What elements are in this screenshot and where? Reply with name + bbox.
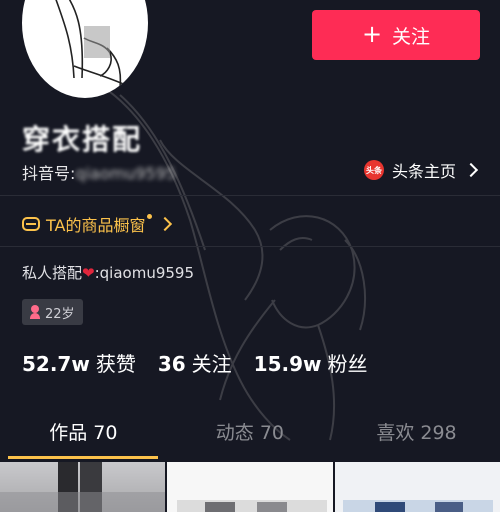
nickname: 穿衣搭配	[22, 123, 143, 156]
toutiao-label: 头条主页	[391, 162, 456, 181]
stat-number: 15.9w	[253, 352, 322, 376]
video-thumbnail[interactable]	[334, 462, 500, 512]
age-tag: 22岁	[22, 299, 83, 325]
bio-prefix: 私人搭配	[22, 264, 83, 282]
notification-dot	[147, 213, 153, 219]
stat-likes[interactable]: 52.7w 获赞	[22, 348, 136, 377]
stat-number: 36	[157, 352, 186, 376]
tab-likes[interactable]: 喜欢 298	[333, 418, 500, 458]
video-grid	[0, 462, 500, 512]
tab-works[interactable]: 作品 70	[0, 418, 167, 458]
thumbnail-image	[177, 500, 328, 512]
stat-followers[interactable]: 15.9w 粉丝	[254, 348, 368, 377]
stat-label: 粉丝	[327, 352, 368, 376]
shop-window-link[interactable]: TA的商品橱窗	[22, 212, 173, 236]
stats-row: 52.7w 获赞 36 关注 15.9w 粉丝	[22, 348, 368, 377]
plus-icon: +	[361, 20, 383, 48]
divider	[0, 246, 500, 247]
thumbnail-image	[0, 462, 166, 512]
tab-moments[interactable]: 动态 70	[167, 418, 334, 458]
bio-suffix: :qiaomu9595	[94, 264, 194, 282]
video-thumbnail[interactable]	[167, 462, 333, 512]
shop-window-icon	[22, 217, 40, 231]
toutiao-icon: 头条	[363, 160, 384, 180]
active-tab-indicator	[8, 456, 158, 459]
stat-number: 52.7w	[22, 352, 90, 376]
follow-button-label: 关注	[392, 25, 431, 48]
profile-tabs: 作品 70 动态 70 喜欢 298	[0, 418, 500, 458]
thumbnail-image	[342, 500, 493, 512]
divider	[0, 195, 500, 196]
female-icon	[30, 305, 40, 319]
douyin-id-value: qiaomu9595	[75, 164, 177, 183]
shop-window-label: TA的商品橱窗	[46, 216, 146, 235]
stat-following[interactable]: 36 关注	[158, 348, 232, 377]
video-thumbnail[interactable]	[0, 462, 166, 512]
toutiao-homepage-link[interactable]: 头条 头条主页	[363, 158, 479, 182]
douyin-id-label: 抖音号:	[22, 164, 76, 183]
chevron-right-icon	[463, 162, 479, 178]
heart-icon: ❤	[82, 264, 95, 282]
stat-label: 关注	[191, 352, 232, 376]
age-value: 22岁	[45, 306, 75, 322]
bio: 私人搭配❤:qiaomu9595	[22, 262, 194, 283]
chevron-right-icon	[158, 216, 173, 232]
follow-button[interactable]: + 关注	[312, 10, 480, 60]
stat-label: 获赞	[95, 352, 136, 376]
avatar[interactable]	[22, 0, 148, 98]
douyin-id: 抖音号:qiaomu9595	[22, 160, 176, 184]
